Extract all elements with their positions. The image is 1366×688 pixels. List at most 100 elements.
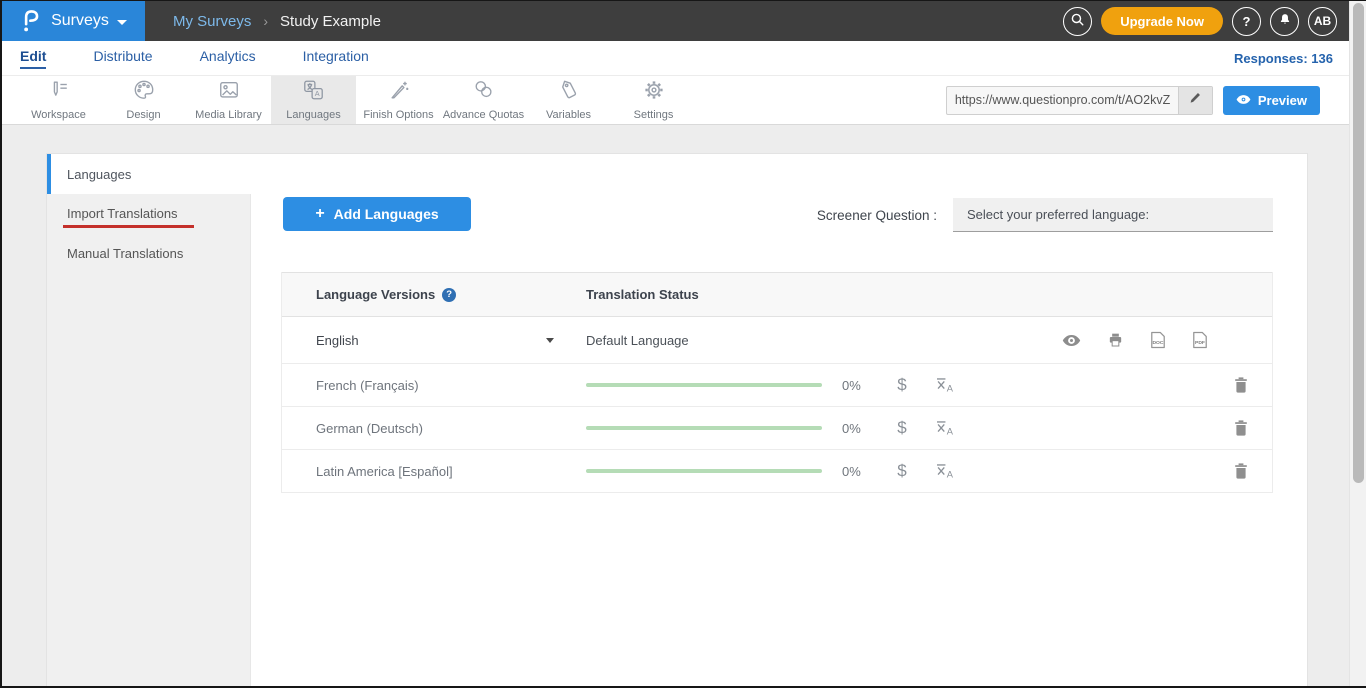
breadcrumb-my-surveys[interactable]: My Surveys xyxy=(173,13,251,30)
bell-icon xyxy=(1278,12,1292,30)
tab-distribute[interactable]: Distribute xyxy=(93,48,152,69)
toolbar-item-label: Finish Options xyxy=(363,109,433,121)
screener-question-select[interactable]: Select your preferred language: xyxy=(953,198,1273,232)
toolbar-item-workspace[interactable]: Workspace xyxy=(16,76,101,124)
default-row-actions: DOC PDF xyxy=(1062,331,1208,349)
default-language-dropdown[interactable]: English xyxy=(316,333,586,348)
translate-icon[interactable]: A xyxy=(935,420,955,436)
user-avatar[interactable]: AB xyxy=(1308,7,1337,36)
sidebar-item-import-translations[interactable]: Import Translations xyxy=(47,194,250,234)
help-button[interactable]: ? xyxy=(1232,7,1261,36)
toolbar-item-media-library[interactable]: Media Library xyxy=(186,76,271,124)
add-languages-button[interactable]: + Add Languages xyxy=(283,197,471,231)
toolbar-item-settings[interactable]: Settings xyxy=(611,76,696,124)
advance-quotas-icon xyxy=(473,79,495,106)
sidebar-item-manual-translations[interactable]: Manual Translations xyxy=(47,234,250,267)
help-icon[interactable]: ? xyxy=(442,288,456,302)
svg-text:A: A xyxy=(947,427,954,436)
app-window: Surveys My Surveys › Study Example Upgra… xyxy=(0,0,1366,688)
survey-nav-row: Edit Distribute Analytics Integration Re… xyxy=(2,41,1349,76)
notifications-button[interactable] xyxy=(1270,7,1299,36)
toolbar-item-variables[interactable]: Variables xyxy=(526,76,611,124)
tab-analytics[interactable]: Analytics xyxy=(200,48,256,69)
languages-sidebar: Languages Import Translations Manual Tra… xyxy=(47,154,251,686)
tab-integration[interactable]: Integration xyxy=(303,48,369,69)
print-button[interactable] xyxy=(1107,332,1124,348)
search-icon xyxy=(1070,12,1085,30)
language-name: German (Deutsch) xyxy=(316,421,586,436)
table-header: Language Versions ? Translation Status xyxy=(282,272,1272,317)
preview-button[interactable]: Preview xyxy=(1223,86,1320,115)
paid-translation-icon[interactable]: $ xyxy=(896,418,908,438)
toolbar-item-advance-quotas[interactable]: Advance Quotas xyxy=(441,76,526,124)
upgrade-now-button[interactable]: Upgrade Now xyxy=(1101,7,1223,35)
delete-language-button[interactable] xyxy=(1234,420,1248,436)
translate-icon[interactable]: A xyxy=(935,377,955,393)
workspace-icon xyxy=(48,79,70,106)
variables-icon xyxy=(558,79,580,106)
question-mark-icon: ? xyxy=(1243,14,1251,29)
delete-language-button[interactable] xyxy=(1234,463,1248,479)
table-row-french: French (Français) 0% $ A xyxy=(282,364,1272,407)
translation-progress-bar xyxy=(586,469,822,473)
toolbar-right: Preview xyxy=(946,76,1349,124)
scrollbar-thumb[interactable] xyxy=(1353,3,1364,483)
view-survey-button[interactable] xyxy=(1062,334,1081,347)
languages-panel: Languages Import Translations Manual Tra… xyxy=(46,153,1308,686)
languages-content: + Add Languages Screener Question : Sele… xyxy=(251,154,1307,686)
toolbar-item-design[interactable]: Design xyxy=(101,76,186,124)
table-row-latin-america: Latin America [Español] 0% $ A xyxy=(282,450,1272,493)
export-pdf-button[interactable]: PDF xyxy=(1192,331,1208,349)
add-languages-label: Add Languages xyxy=(334,206,439,222)
toolbar-item-label: Settings xyxy=(634,109,674,121)
top-bar: Surveys My Surveys › Study Example Upgra… xyxy=(2,1,1349,41)
toolbar-item-label: Variables xyxy=(546,109,591,121)
table-row-german: German (Deutsch) 0% $ A xyxy=(282,407,1272,450)
export-doc-button[interactable]: DOC xyxy=(1150,331,1166,349)
product-menu[interactable]: Surveys xyxy=(2,1,145,41)
tab-edit[interactable]: Edit xyxy=(20,48,46,69)
plus-icon: + xyxy=(315,205,324,223)
translation-percent: 0% xyxy=(842,378,872,393)
toolbar-items: Workspace Design xyxy=(16,76,696,124)
media-library-icon xyxy=(218,79,240,106)
svg-text:DOC: DOC xyxy=(1152,340,1163,346)
table-row-default-language: English Default Language xyxy=(282,317,1272,364)
preview-label: Preview xyxy=(1258,93,1307,108)
screener-question-group: Screener Question : Select your preferre… xyxy=(817,198,1273,232)
page-scrollbar[interactable] xyxy=(1349,1,1366,686)
design-icon xyxy=(133,79,155,106)
sidebar-title: Languages xyxy=(67,167,131,182)
delete-language-button[interactable] xyxy=(1234,377,1248,393)
survey-url-input[interactable] xyxy=(947,87,1178,114)
responses-count[interactable]: Responses: 136 xyxy=(1234,51,1333,66)
red-annotation-underline xyxy=(63,225,194,228)
screener-question-value: Select your preferred language: xyxy=(967,207,1149,222)
edit-url-button[interactable] xyxy=(1178,87,1212,114)
pencil-icon xyxy=(1188,91,1202,110)
svg-text:PDF: PDF xyxy=(1195,340,1205,346)
sidebar-item-languages[interactable]: Languages xyxy=(47,154,251,194)
main-area: Languages Import Translations Manual Tra… xyxy=(2,125,1349,686)
language-name: French (Français) xyxy=(316,378,586,393)
product-label: Surveys xyxy=(51,12,109,30)
settings-icon xyxy=(643,79,665,106)
svg-text:A: A xyxy=(947,470,954,479)
toolbar-item-finish-options[interactable]: Finish Options xyxy=(356,76,441,124)
chevron-down-icon xyxy=(117,20,127,25)
column-language-versions: Language Versions xyxy=(316,287,435,302)
sidebar-item-label: Manual Translations xyxy=(67,246,183,261)
survey-url-box xyxy=(946,86,1213,115)
breadcrumb-current-survey: Study Example xyxy=(280,13,381,30)
translate-icon[interactable]: A xyxy=(935,463,955,479)
sidebar-section: Import Translations Manual Translations xyxy=(47,194,251,686)
default-language-status: Default Language xyxy=(586,333,689,348)
toolbar-item-label: Design xyxy=(126,109,160,121)
translation-progress-bar xyxy=(586,426,822,430)
paid-translation-icon[interactable]: $ xyxy=(896,461,908,481)
paid-translation-icon[interactable]: $ xyxy=(896,375,908,395)
search-button[interactable] xyxy=(1063,7,1092,36)
translation-percent: 0% xyxy=(842,421,872,436)
toolbar-item-languages[interactable]: A Languages xyxy=(271,76,356,124)
languages-icon: A xyxy=(302,79,325,106)
